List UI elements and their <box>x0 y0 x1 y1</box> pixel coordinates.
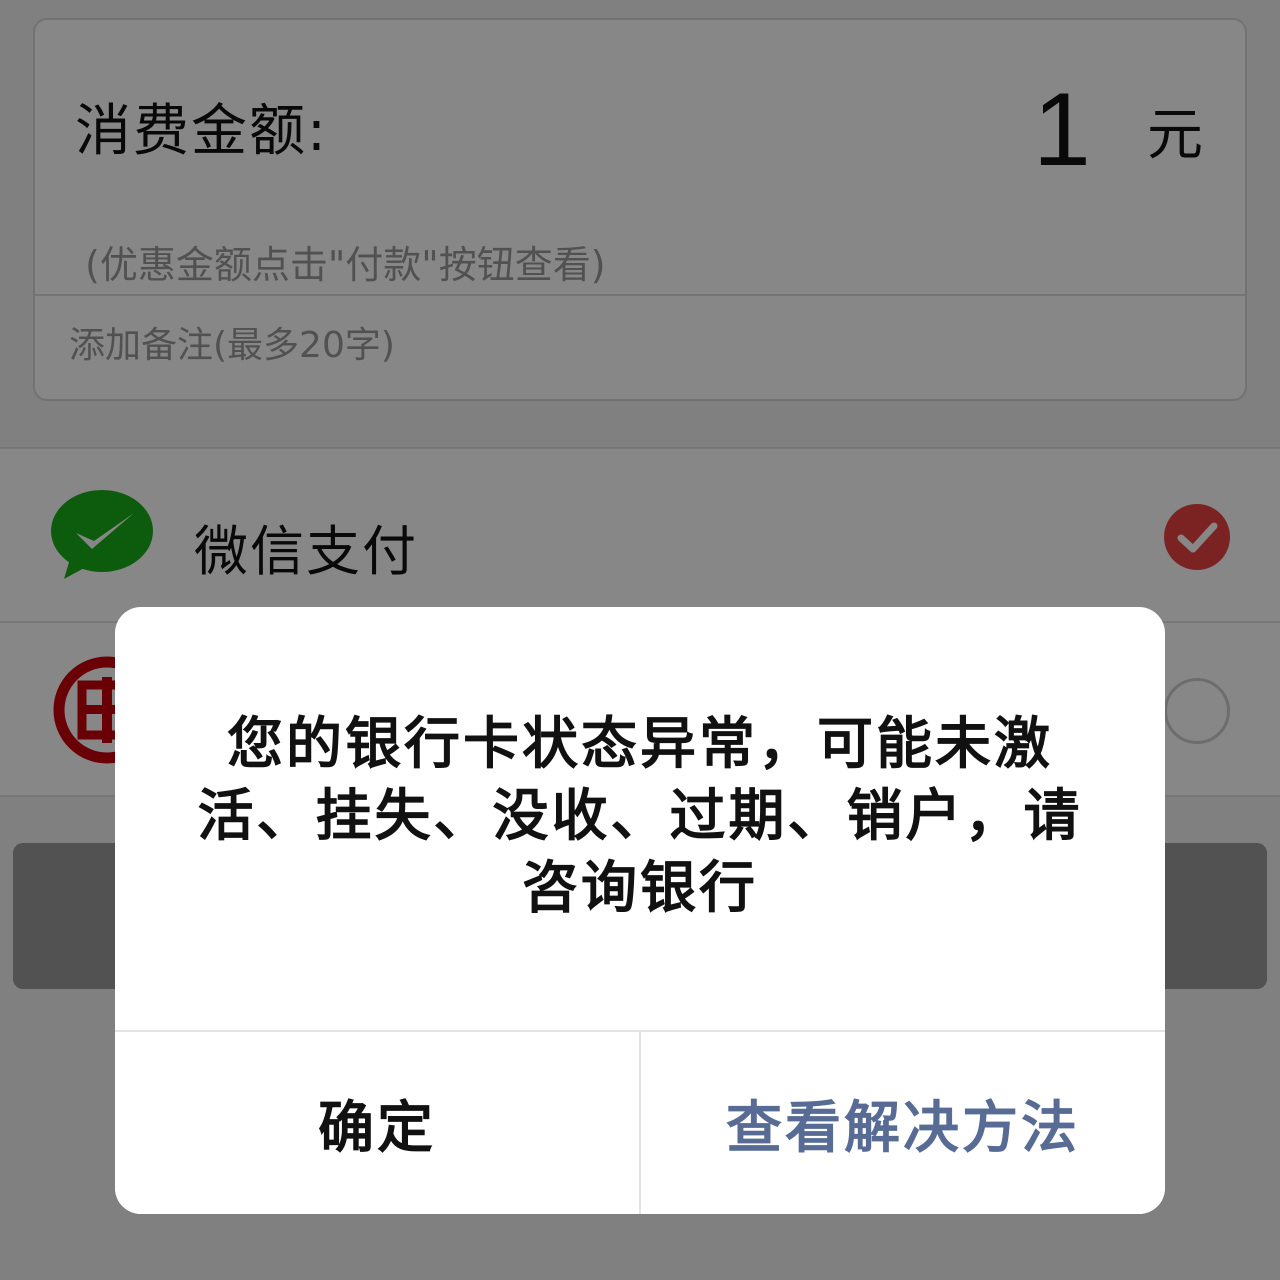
view-solution-button[interactable]: 查看解决方法 <box>641 1032 1165 1214</box>
confirm-button[interactable]: 确定 <box>115 1032 641 1214</box>
dialog-footer: 确定 查看解决方法 <box>115 1030 1165 1214</box>
alert-dialog: 您的银行卡状态异常，可能未激活、挂失、没收、过期、销户，请咨询银行 确定 查看解… <box>115 607 1165 1214</box>
dialog-message: 您的银行卡状态异常，可能未激活、挂失、没收、过期、销户，请咨询银行 <box>197 712 1083 921</box>
